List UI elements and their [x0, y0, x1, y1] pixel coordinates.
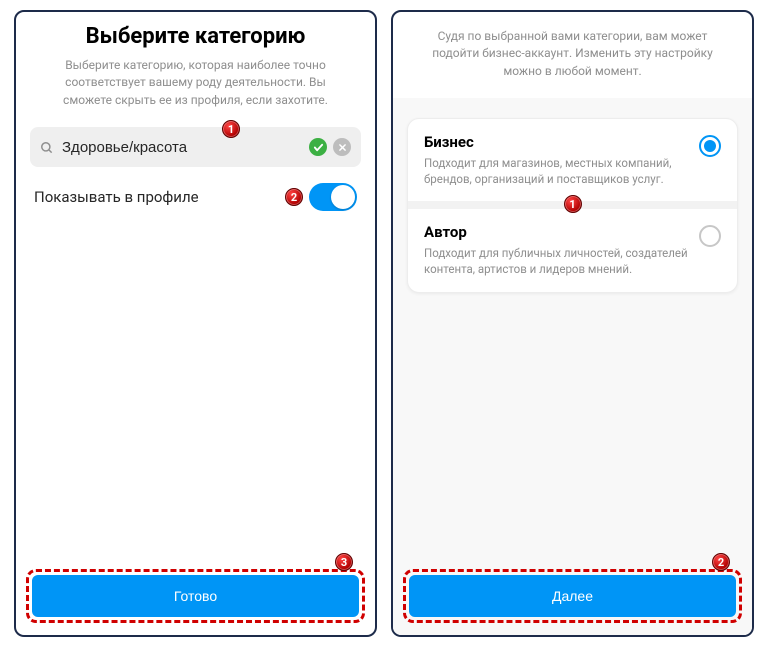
page-subtitle: Выберите категорию, которая наиболее точ… — [16, 57, 375, 109]
phone-right: Судя по выбранной вами категории, вам мо… — [391, 10, 754, 637]
option-title: Бизнес — [424, 133, 689, 151]
done-button[interactable]: Готово — [32, 575, 359, 617]
toggle-knob — [331, 185, 355, 209]
annotation-badge: 2 — [712, 553, 730, 571]
toggle-label: Показывать в профиле — [34, 188, 199, 206]
clear-icon[interactable] — [333, 138, 351, 156]
option-desc: Подходит для публичных личностей, создат… — [424, 245, 689, 277]
right-screen-body: Бизнес Подходит для магазинов, местных к… — [393, 98, 752, 635]
annotation-badge: 3 — [335, 553, 353, 571]
account-type-option-list: Бизнес Подходит для магазинов, местных к… — [407, 118, 738, 292]
category-search-input[interactable] — [62, 139, 309, 156]
page-subtitle: Судя по выбранной вами категории, вам мо… — [393, 28, 752, 80]
category-search-row[interactable]: 1 — [30, 127, 361, 167]
bottom-button-wrap: 3 Готово — [32, 575, 359, 617]
search-icon — [40, 140, 54, 154]
search-trailing — [309, 138, 351, 156]
show-in-profile-row: Показывать в профиле 2 — [16, 179, 375, 215]
annotation-badge: 1 — [222, 120, 240, 138]
next-button[interactable]: Далее — [409, 575, 736, 617]
bottom-button-wrap: 2 Далее — [409, 575, 736, 617]
option-title: Автор — [424, 223, 689, 241]
phone-left: Выберите категорию Выберите категорию, к… — [14, 10, 377, 637]
annotation-badge: 1 — [564, 195, 582, 213]
option-divider: 1 — [408, 201, 737, 209]
option-business[interactable]: Бизнес Подходит для магазинов, местных к… — [408, 119, 737, 201]
show-in-profile-toggle[interactable] — [309, 183, 357, 211]
radio-unselected-icon[interactable] — [699, 225, 721, 247]
option-author[interactable]: Автор Подходит для публичных личностей, … — [408, 209, 737, 291]
annotation-badge: 2 — [285, 188, 303, 206]
page-title: Выберите категорию — [32, 24, 359, 49]
option-desc: Подходит для магазинов, местных компаний… — [424, 155, 689, 187]
radio-selected-icon[interactable] — [699, 135, 721, 157]
check-icon — [309, 138, 327, 156]
